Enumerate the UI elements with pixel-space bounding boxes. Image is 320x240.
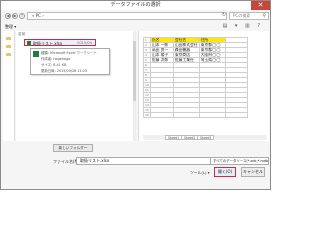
table-cell xyxy=(198,112,226,118)
table-row: 16 xyxy=(143,112,248,118)
file-type-dropdown[interactable]: すべてのデータソース(*.odc;*.mdb) xyxy=(210,157,269,165)
scrollbar-thumb[interactable] xyxy=(133,41,136,101)
search-icon: ⚲ xyxy=(262,13,266,19)
window-title: データファイルの選択 xyxy=(110,2,161,8)
preview-pane: 1 氏名 会社名 住所 2 山本 一郎 山田株式会社 東京都◯◯ 3 高田 良一 森田機器 東京都◯◯… xyxy=(138,31,269,141)
tooltip-modified: 更新日時: 2015/09/28 11:25 xyxy=(41,69,88,73)
tooltip-size: サイズ: 8.41 KB xyxy=(41,63,67,67)
file-list: 名前 取扱リスト.xlsx 2015/09 種類: Microsoft Exce… xyxy=(16,31,134,141)
tooltip-type: 種類: Microsoft Excel ワークシート xyxy=(41,51,97,55)
title-bar: データファイルの選択 ✕ xyxy=(1,1,270,10)
file-date: 2015/09 xyxy=(77,40,92,45)
new-folder-button[interactable]: 新しいフォルダー xyxy=(53,144,93,152)
sheet-tab[interactable]: Sheet3 xyxy=(197,135,215,140)
sheet-tab[interactable]: Sheet1 xyxy=(165,135,183,140)
forward-button[interactable]: ▶ xyxy=(12,13,18,19)
table-cell xyxy=(149,112,174,118)
cancel-button[interactable]: キャンセル xyxy=(241,167,265,177)
excel-file-icon xyxy=(27,41,31,45)
up-button[interactable]: ↑ xyxy=(19,13,25,19)
sheet-tab-bar: Sheet1 Sheet2 Sheet3 xyxy=(143,135,267,140)
excel-file-icon xyxy=(33,51,39,57)
command-bar: 整理 ▾ ▤ ▾ ▥ ? xyxy=(3,23,269,30)
close-button[interactable]: ✕ xyxy=(251,1,270,10)
address-bar[interactable]: « PC › xyxy=(27,12,227,20)
back-button[interactable]: ◀ xyxy=(5,13,11,19)
table-cell: 山田株式会社 xyxy=(172,42,200,48)
file-list-scrollbar[interactable] xyxy=(133,31,136,141)
organize-menu[interactable]: 整理 ▾ xyxy=(5,24,16,30)
table-cell xyxy=(224,112,248,118)
refresh-icon[interactable]: ↻ xyxy=(220,12,228,20)
file-name: 取扱リスト.xlsx xyxy=(33,40,63,46)
sheet-tab[interactable]: Sheet2 xyxy=(181,135,199,140)
search-input[interactable]: PCの検索 ⚲ xyxy=(229,12,269,20)
open-button[interactable]: 開く(O) xyxy=(214,167,236,177)
search-placeholder: PCの検索 xyxy=(233,13,251,18)
folder-icon[interactable] xyxy=(6,53,11,56)
tools-menu[interactable]: ツール(L) ▾ xyxy=(190,170,210,176)
spreadsheet-preview: 1 氏名 会社名 住所 2 山本 一郎 山田株式会社 東京都◯◯ 3 高田 良一 森田機器 東京都◯◯… xyxy=(143,37,248,118)
folder-icon[interactable] xyxy=(6,45,11,48)
file-open-dialog: データファイルの選択 ✕ ◀ ▶ ↑ « PC › ↻ PCの検索 ⚲ 整理 ▾… xyxy=(0,0,271,190)
navigation-bar: ◀ ▶ ↑ « PC › ↻ PCの検索 ⚲ xyxy=(3,12,269,21)
folder-icon[interactable] xyxy=(6,37,11,40)
list-item[interactable]: 取扱リスト.xlsx 2015/09 xyxy=(24,39,96,46)
column-header-name[interactable]: 名前 xyxy=(18,32,25,37)
row-number: 16 xyxy=(143,112,151,118)
view-options-icons[interactable]: ▤ ▾ ▥ ? xyxy=(223,23,263,29)
file-info-tooltip: 種類: Microsoft Excel ワークシート 作成者: hogehoge… xyxy=(30,48,110,75)
table-cell xyxy=(172,112,200,118)
tooltip-author: 作成者: hogehoge xyxy=(41,57,71,61)
navigation-pane[interactable] xyxy=(3,31,15,141)
